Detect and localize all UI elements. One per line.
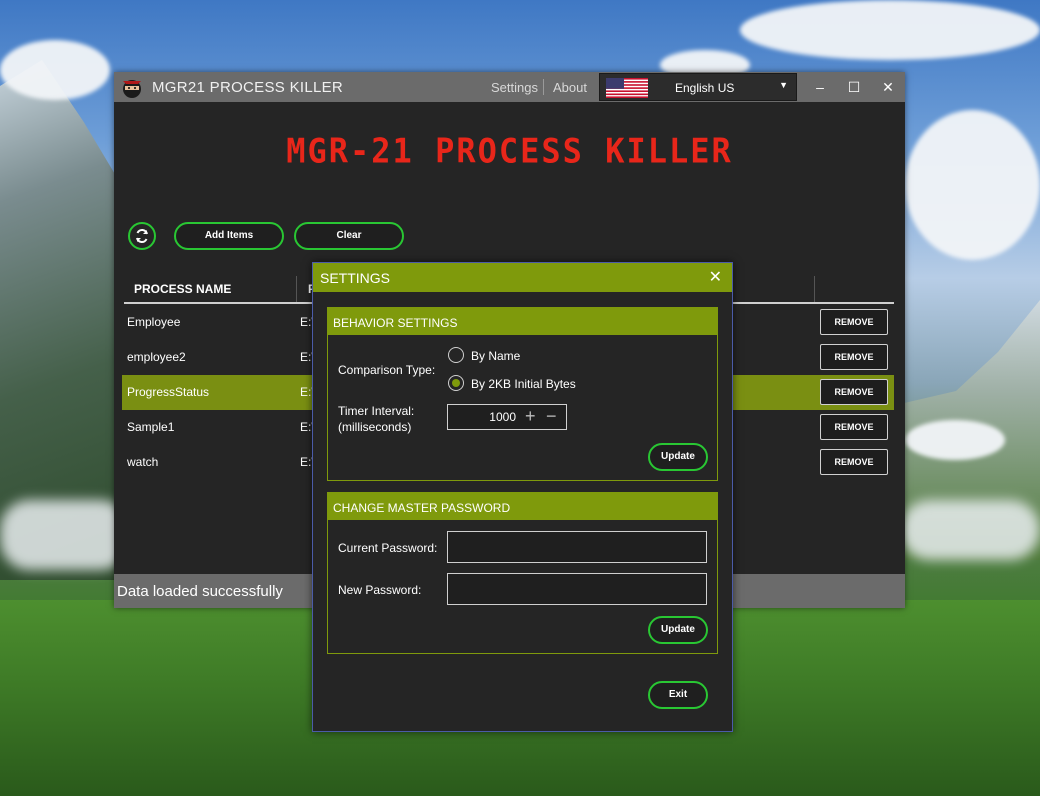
us-flag-icon (606, 78, 648, 98)
column-divider (814, 276, 815, 302)
minus-icon[interactable]: − (546, 406, 557, 427)
timer-interval-unit: (milliseconds) (338, 420, 412, 434)
timer-interval-value: 1000 (489, 410, 516, 424)
status-message: Data loaded successfully (117, 583, 283, 600)
language-value: English US (675, 81, 735, 95)
behavior-settings-group: BEHAVIOR SETTINGS Comparison Type: By Na… (327, 307, 718, 481)
ninja-logo-icon (123, 80, 141, 98)
background-cloud (905, 420, 1005, 460)
process-name: watch (127, 455, 159, 469)
exit-button[interactable]: Exit (648, 681, 708, 709)
refresh-icon (136, 228, 148, 244)
window-title: MGR21 PROCESS KILLER (152, 79, 344, 96)
settings-dialog: SETTINGS ✕ BEHAVIOR SETTINGS Comparison … (312, 262, 733, 732)
process-name: ProgressStatus (127, 385, 210, 399)
dialog-title-bar[interactable]: SETTINGS ✕ (313, 263, 732, 292)
new-password-label: New Password: (338, 583, 422, 597)
group-header: BEHAVIOR SETTINGS (328, 308, 717, 335)
add-items-button[interactable]: Add Items (174, 222, 284, 250)
clear-button[interactable]: Clear (294, 222, 404, 250)
banner-title: MGR-21 PROCESS KILLER (286, 131, 733, 171)
dialog-close-icon[interactable]: ✕ (709, 267, 722, 287)
close-button[interactable]: ✕ (871, 72, 905, 102)
remove-button[interactable]: REMOVE (820, 414, 888, 440)
remove-button[interactable]: REMOVE (820, 379, 888, 405)
process-name: Employee (127, 315, 181, 329)
background-cloud (0, 40, 110, 100)
behavior-update-button[interactable]: Update (648, 443, 708, 471)
dropdown-caret-icon: ▼ (779, 80, 788, 90)
dialog-title: SETTINGS (320, 270, 391, 286)
background-cloud (740, 0, 1040, 60)
about-link[interactable]: About (553, 80, 587, 95)
language-select[interactable]: English US ▼ (599, 73, 797, 101)
column-divider (296, 276, 297, 302)
radio-by-bytes[interactable] (448, 375, 464, 391)
menu-divider (543, 79, 544, 95)
remove-button[interactable]: REMOVE (820, 449, 888, 475)
background-fog (900, 500, 1040, 560)
refresh-button[interactable] (128, 222, 156, 250)
group-header: CHANGE MASTER PASSWORD (328, 493, 717, 520)
change-password-group: CHANGE MASTER PASSWORD Current Password:… (327, 492, 718, 654)
comparison-type-label: Comparison Type: (338, 363, 436, 377)
maximize-button[interactable]: ☐ (837, 72, 871, 102)
settings-link[interactable]: Settings (491, 80, 538, 95)
background-fog (0, 500, 130, 570)
password-update-button[interactable]: Update (648, 616, 708, 644)
process-name: employee2 (127, 350, 186, 364)
current-password-label: Current Password: (338, 541, 438, 555)
background-cloud (905, 110, 1040, 260)
behavior-settings-heading: BEHAVIOR SETTINGS (333, 316, 458, 330)
radio-by-name[interactable] (448, 347, 464, 363)
remove-button[interactable]: REMOVE (820, 309, 888, 335)
process-name: Sample1 (127, 420, 175, 434)
new-password-field[interactable] (447, 573, 707, 605)
change-password-heading: CHANGE MASTER PASSWORD (333, 501, 511, 515)
title-bar[interactable]: MGR21 PROCESS KILLER Settings About Engl… (114, 72, 905, 102)
timer-interval-stepper[interactable]: 1000 + − (447, 404, 567, 430)
remove-button[interactable]: REMOVE (820, 344, 888, 370)
timer-interval-label: Timer Interval: (338, 404, 415, 418)
minimize-button[interactable]: – (803, 72, 837, 102)
column-header-process-name[interactable]: PROCESS NAME (134, 282, 231, 296)
radio-by-name-label[interactable]: By Name (471, 349, 520, 364)
radio-by-bytes-label[interactable]: By 2KB Initial Bytes (471, 377, 576, 392)
current-password-field[interactable] (447, 531, 707, 563)
plus-icon[interactable]: + (525, 406, 536, 427)
